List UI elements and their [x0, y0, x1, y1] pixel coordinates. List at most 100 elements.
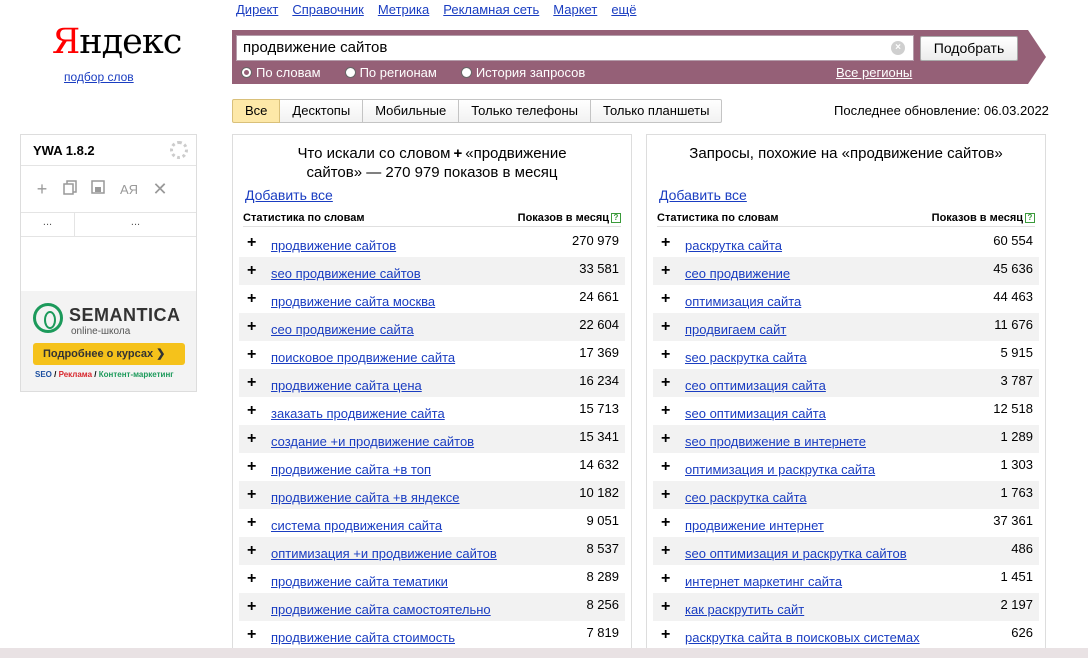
radio-option[interactable]: По регионам — [344, 65, 437, 80]
keyword-link[interactable]: система продвижения сайта — [271, 518, 442, 533]
tab-device[interactable]: Только телефоны — [459, 99, 592, 123]
submit-button[interactable]: Подобрать — [920, 36, 1018, 61]
add-plus-icon[interactable]: + — [247, 571, 271, 587]
add-plus-icon[interactable]: + — [661, 263, 685, 279]
gear-icon[interactable] — [170, 141, 188, 159]
radio-dot-icon[interactable] — [344, 67, 356, 78]
keyword-link[interactable]: seo оптимизация и раскрутка сайтов — [685, 546, 907, 561]
radio-dot-icon[interactable] — [460, 67, 472, 78]
help-icon[interactable]: ? — [611, 213, 621, 223]
export-icon[interactable] — [89, 179, 107, 200]
add-all-link[interactable]: Добавить все — [245, 187, 333, 203]
add-plus-icon[interactable]: + — [247, 263, 271, 279]
keyword-link[interactable]: seo раскрутка сайта — [685, 350, 807, 365]
keyword-link[interactable]: продвижение сайта +в яндексе — [271, 490, 460, 505]
copy-icon[interactable] — [61, 179, 79, 200]
radio-option[interactable]: История запросов — [460, 65, 585, 80]
keyword-link[interactable]: раскрутка сайта — [685, 238, 782, 253]
keyword-link[interactable]: сео раскрутка сайта — [685, 490, 807, 505]
add-plus-icon[interactable]: + — [247, 431, 271, 447]
keyword-link[interactable]: продвижение сайта +в топ — [271, 462, 431, 477]
tab-device[interactable]: Десктопы — [280, 99, 364, 123]
keyword-link[interactable]: оптимизация сайта — [685, 294, 801, 309]
add-plus-icon[interactable]: + — [661, 375, 685, 391]
keyword-link[interactable]: оптимизация и раскрутка сайта — [685, 462, 875, 477]
keyword-link[interactable]: продвижение сайта тематики — [271, 574, 448, 589]
add-plus-icon[interactable]: + — [247, 347, 271, 363]
add-plus-icon[interactable]: + — [247, 291, 271, 307]
add-plus-icon[interactable]: + — [661, 291, 685, 307]
add-plus-icon[interactable]: + — [661, 599, 685, 615]
tab-device[interactable]: Мобильные — [363, 99, 460, 123]
topnav-link[interactable]: Маркет — [553, 2, 597, 17]
keyword-link[interactable]: сео оптимизация сайта — [685, 378, 826, 393]
add-icon[interactable]: + — [33, 179, 51, 200]
add-plus-icon[interactable]: + — [247, 515, 271, 531]
add-plus-icon[interactable]: + — [661, 431, 685, 447]
keyword-link[interactable]: продвижение сайта самостоятельно — [271, 602, 491, 617]
ad-button[interactable]: Подробнее о курсах ❯ — [33, 343, 185, 365]
radio-dot-icon[interactable] — [241, 67, 252, 78]
keyword-link[interactable]: интернет маркетинг сайта — [685, 574, 842, 589]
keyword-link[interactable]: сео продвижение — [685, 266, 790, 281]
add-plus-icon[interactable]: + — [247, 375, 271, 391]
topnav-link[interactable]: Справочник — [292, 2, 364, 17]
add-plus-icon[interactable]: + — [661, 543, 685, 559]
service-link-wordstat[interactable]: подбор слов — [64, 70, 134, 84]
keyword-link[interactable]: создание +и продвижение сайтов — [271, 434, 474, 449]
table-row: + оптимизация сайта 44 463 — [653, 285, 1039, 313]
topnav-link[interactable]: Директ — [236, 2, 278, 17]
add-plus-icon[interactable]: + — [247, 403, 271, 419]
keyword-link[interactable]: сео продвижение сайта — [271, 322, 414, 337]
add-plus-icon[interactable]: + — [661, 459, 685, 475]
add-plus-icon[interactable]: + — [247, 543, 271, 559]
keyword-link[interactable]: как раскрутить сайт — [685, 602, 804, 617]
add-plus-icon[interactable]: + — [247, 235, 271, 251]
clear-icon[interactable]: × — [891, 41, 905, 55]
keyword-link[interactable]: seo продвижение в интернете — [685, 434, 866, 449]
add-all-link[interactable]: Добавить все — [659, 187, 747, 203]
semantica-ad[interactable]: SEMANTICA online-школа Подробнее о курса… — [21, 291, 196, 391]
radio-option[interactable]: По словам — [241, 65, 321, 80]
add-plus-icon[interactable]: + — [247, 599, 271, 615]
add-plus-icon[interactable]: + — [661, 319, 685, 335]
add-plus-icon[interactable]: + — [247, 319, 271, 335]
ywa-cell[interactable]: ... — [75, 213, 196, 236]
tab-device[interactable]: Все — [232, 99, 281, 123]
keyword-link[interactable]: продвижение интернет — [685, 518, 824, 533]
keyword-link[interactable]: продвигаем сайт — [685, 322, 786, 337]
close-icon[interactable]: ✕ — [151, 179, 169, 200]
add-plus-icon[interactable]: + — [661, 571, 685, 587]
topnav-link[interactable]: Метрика — [378, 2, 429, 17]
keyword-link[interactable]: продвижение сайта москва — [271, 294, 435, 309]
keyword-link[interactable]: поисковое продвижение сайта — [271, 350, 455, 365]
add-plus-icon[interactable]: + — [661, 347, 685, 363]
keyword-link[interactable]: продвижение сайта цена — [271, 378, 422, 393]
table-row: + продвижение интернет 37 361 — [653, 509, 1039, 537]
tab-device[interactable]: Только планшеты — [591, 99, 723, 123]
search-input[interactable]: продвижение сайтов — [236, 35, 914, 61]
add-plus-icon[interactable]: + — [661, 235, 685, 251]
topnav-link[interactable]: ещё — [611, 2, 636, 17]
keyword-link[interactable]: оптимизация +и продвижение сайтов — [271, 546, 497, 561]
regions-link[interactable]: Все регионы — [836, 65, 912, 80]
keyword-link[interactable]: seo продвижение сайтов — [271, 266, 421, 281]
yandex-logo[interactable]: Яндекс — [52, 22, 182, 62]
sort-ab-icon[interactable]: АЯ — [117, 182, 141, 197]
keyword-link[interactable]: заказать продвижение сайта — [271, 406, 445, 421]
keyword-link[interactable]: seo оптимизация сайта — [685, 406, 826, 421]
topnav-link[interactable]: Рекламная сеть — [443, 2, 539, 17]
add-plus-icon[interactable]: + — [661, 627, 685, 643]
keyword-link[interactable]: продвижение сайта стоимость — [271, 630, 455, 645]
add-plus-icon[interactable]: + — [661, 403, 685, 419]
ywa-cell[interactable]: ... — [21, 213, 75, 236]
add-plus-icon[interactable]: + — [247, 459, 271, 475]
keyword-link[interactable]: раскрутка сайта в поисковых системах — [685, 630, 920, 645]
add-plus-icon[interactable]: + — [247, 487, 271, 503]
add-plus-icon[interactable]: + — [247, 627, 271, 643]
add-plus-icon[interactable]: + — [661, 515, 685, 531]
add-plus-icon[interactable]: + — [661, 487, 685, 503]
help-icon[interactable]: ? — [1025, 213, 1035, 223]
keyword-link[interactable]: продвижение сайтов — [271, 238, 396, 253]
table-row: + сео оптимизация сайта 3 787 — [653, 369, 1039, 397]
